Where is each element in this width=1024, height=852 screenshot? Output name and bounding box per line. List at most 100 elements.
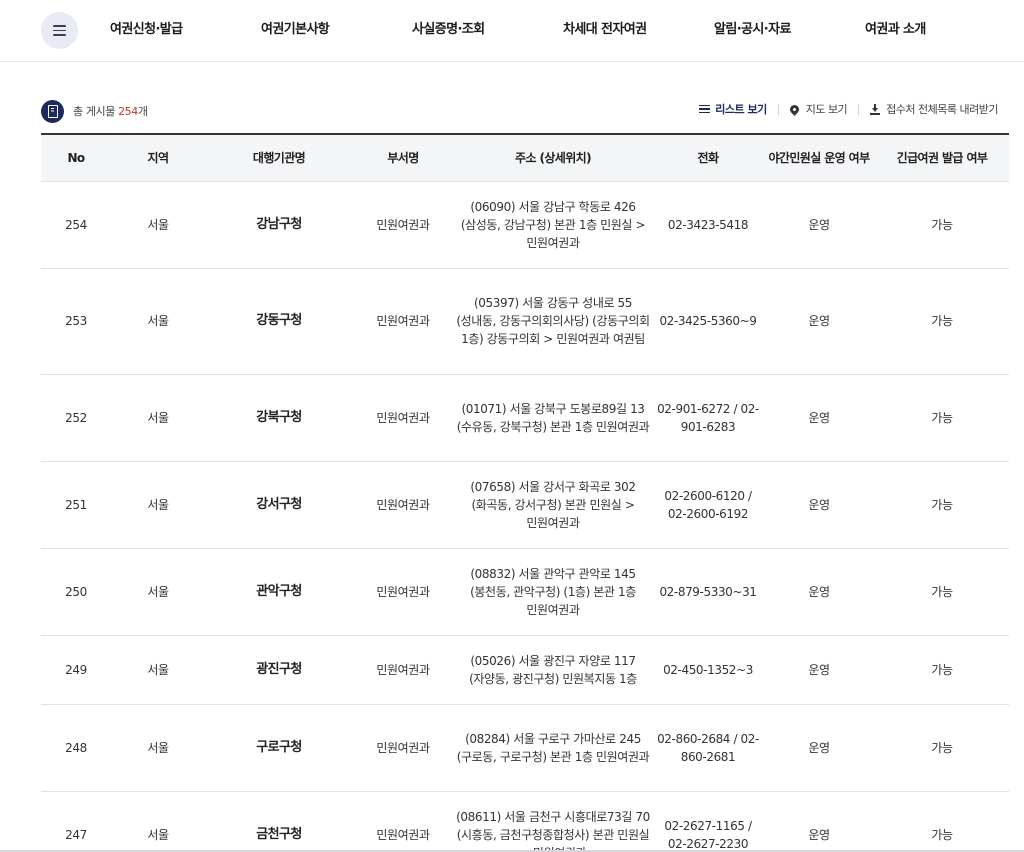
cell-address: (08611) 서울 금천구 시흥대로73길 70 (시흥동, 금천구청종합청사… <box>453 791 653 852</box>
cell-region: 서울 <box>111 268 205 375</box>
cell-no: 251 <box>41 461 111 549</box>
nav-certificate-inquiry[interactable]: 사실증명·조회 <box>412 20 485 40</box>
view-options: 리스트 보기 지도 보기 접수처 전체목록 내려받기 <box>699 101 998 117</box>
cell-department: 민원여권과 <box>353 548 453 636</box>
cell-no: 254 <box>41 181 111 269</box>
table-row[interactable]: 254 서울 강남구청 민원여권과 (06090) 서울 강남구 학동로 426… <box>41 181 1009 269</box>
cell-urgent-passport: 가능 <box>875 635 1009 705</box>
cell-phone: 02-3423-5418 <box>653 181 763 269</box>
cell-agency[interactable]: 금천구청 <box>205 791 353 852</box>
cell-address: (05026) 서울 광진구 자양로 117 (자양동, 광진구청) 민원복지동… <box>453 635 653 705</box>
map-view-button[interactable]: 지도 보기 <box>787 101 848 117</box>
cell-department: 민원여권과 <box>353 704 453 792</box>
cell-department: 민원여권과 <box>353 635 453 705</box>
cell-night-service: 운영 <box>763 791 875 852</box>
cell-region: 서울 <box>111 548 205 636</box>
list-view-label: 리스트 보기 <box>715 103 767 116</box>
cell-region: 서울 <box>111 181 205 269</box>
cell-agency[interactable]: 관악구청 <box>205 548 353 636</box>
cell-phone: 02-2627-1165 / 02-2627-2230 <box>653 791 763 852</box>
document-icon <box>41 99 64 123</box>
cell-address: (08284) 서울 구로구 가마산로 245 (구로동, 구로구청) 본관 1… <box>453 704 653 792</box>
cell-urgent-passport: 가능 <box>875 268 1009 375</box>
divider <box>777 103 779 115</box>
header-no: No <box>41 134 111 182</box>
cell-agency[interactable]: 강서구청 <box>205 461 353 549</box>
hamburger-menu-icon[interactable] <box>41 12 78 49</box>
cell-region: 서울 <box>111 374 205 462</box>
cell-agency[interactable]: 강동구청 <box>205 268 353 375</box>
table-row[interactable]: 248 서울 구로구청 민원여권과 (08284) 서울 구로구 가마산로 24… <box>41 704 1009 792</box>
cell-night-service: 운영 <box>763 461 875 549</box>
table-row[interactable]: 247 서울 금천구청 민원여권과 (08611) 서울 금천구 시흥대로73길… <box>41 791 1009 852</box>
cell-night-service: 운영 <box>763 268 875 375</box>
cell-address: (05397) 서울 강동구 성내로 55 (성내동, 강동구의회의사당) (강… <box>453 268 653 375</box>
cell-phone: 02-2600-6120 / 02-2600-6192 <box>653 461 763 549</box>
cell-night-service: 운영 <box>763 374 875 462</box>
cell-agency[interactable]: 구로구청 <box>205 704 353 792</box>
header-night-service: 야간민원실 운영 여부 <box>763 134 875 182</box>
nav-notices-data[interactable]: 알림·공시·자료 <box>714 20 791 40</box>
cell-address: (06090) 서울 강남구 학동로 426 (삼성동, 강남구청) 본관 1층… <box>453 181 653 269</box>
cell-urgent-passport: 가능 <box>875 181 1009 269</box>
total-posts-text: 총 게시물 254개 <box>73 103 148 119</box>
table-row[interactable]: 253 서울 강동구청 민원여권과 (05397) 서울 강동구 성내로 55 … <box>41 268 1009 375</box>
agency-table: No 지역 대행기관명 부서명 주소 (상세위치) 전화 야간민원실 운영 여부… <box>41 133 1009 852</box>
cell-address: (07658) 서울 강서구 화곡로 302 (화곡동, 강서구청) 본관 민원… <box>453 461 653 549</box>
top-navigation-bar: 여권신청·발급 여권기본사항 사실증명·조회 차세대 전자여권 알림·공시·자료… <box>0 0 1024 62</box>
table-row[interactable]: 252 서울 강북구청 민원여권과 (01071) 서울 강북구 도봉로89길 … <box>41 374 1009 462</box>
cell-night-service: 운영 <box>763 704 875 792</box>
cell-region: 서울 <box>111 635 205 705</box>
cell-night-service: 운영 <box>763 548 875 636</box>
agency-table-container: No 지역 대행기관명 부서명 주소 (상세위치) 전화 야간민원실 운영 여부… <box>41 133 1009 852</box>
download-list-button[interactable]: 접수처 전체목록 내려받기 <box>870 101 998 117</box>
cell-agency[interactable]: 강북구청 <box>205 374 353 462</box>
nav-passport-basics[interactable]: 여권기본사항 <box>261 20 330 40</box>
nav-about-passport-division[interactable]: 여권과 소개 <box>865 20 926 40</box>
total-suffix: 개 <box>137 105 148 118</box>
cell-no: 248 <box>41 704 111 792</box>
divider <box>858 103 860 115</box>
nav-passport-application[interactable]: 여권신청·발급 <box>110 20 183 40</box>
cell-urgent-passport: 가능 <box>875 704 1009 792</box>
cell-phone: 02-901-6272 / 02-901-6283 <box>653 374 763 462</box>
cell-region: 서울 <box>111 791 205 852</box>
cell-no: 252 <box>41 374 111 462</box>
cell-phone: 02-860-2684 / 02-860-2681 <box>653 704 763 792</box>
cell-no: 247 <box>41 791 111 852</box>
total-count: 254 <box>118 105 138 118</box>
cell-night-service: 운영 <box>763 181 875 269</box>
cell-department: 민원여권과 <box>353 181 453 269</box>
download-list-label: 접수처 전체목록 내려받기 <box>886 103 998 116</box>
cell-address: (01071) 서울 강북구 도봉로89길 13 (수유동, 강북구청) 본관 … <box>453 374 653 462</box>
list-icon <box>699 104 711 114</box>
cell-urgent-passport: 가능 <box>875 791 1009 852</box>
list-view-button[interactable]: 리스트 보기 <box>699 101 767 117</box>
header-agency: 대행기관명 <box>205 134 353 182</box>
header-urgent-passport: 긴급여권 발급 여부 <box>875 134 1009 182</box>
cell-phone: 02-450-1352~3 <box>653 635 763 705</box>
header-department: 부서명 <box>353 134 453 182</box>
cell-agency[interactable]: 광진구청 <box>205 635 353 705</box>
cell-agency[interactable]: 강남구청 <box>205 181 353 269</box>
map-pin-icon <box>787 102 801 116</box>
header-region: 지역 <box>111 134 205 182</box>
cell-region: 서울 <box>111 461 205 549</box>
table-row[interactable]: 250 서울 관악구청 민원여권과 (08832) 서울 관악구 관악로 145… <box>41 548 1009 636</box>
header-phone: 전화 <box>653 134 763 182</box>
cell-address: (08832) 서울 관악구 관악로 145 (봉천동, 관악구청) (1층) … <box>453 548 653 636</box>
cell-no: 250 <box>41 548 111 636</box>
cell-no: 253 <box>41 268 111 375</box>
cell-no: 249 <box>41 635 111 705</box>
cell-urgent-passport: 가능 <box>875 548 1009 636</box>
table-row[interactable]: 251 서울 강서구청 민원여권과 (07658) 서울 강서구 화곡로 302… <box>41 461 1009 549</box>
cell-urgent-passport: 가능 <box>875 374 1009 462</box>
nav-next-gen-epassport[interactable]: 차세대 전자여권 <box>563 20 647 40</box>
map-view-label: 지도 보기 <box>805 103 848 116</box>
table-row[interactable]: 249 서울 광진구청 민원여권과 (05026) 서울 광진구 자양로 117… <box>41 635 1009 705</box>
cell-phone: 02-3425-5360~9 <box>653 268 763 375</box>
cell-urgent-passport: 가능 <box>875 461 1009 549</box>
cell-phone: 02-879-5330~31 <box>653 548 763 636</box>
cell-department: 민원여권과 <box>353 461 453 549</box>
cell-night-service: 운영 <box>763 635 875 705</box>
